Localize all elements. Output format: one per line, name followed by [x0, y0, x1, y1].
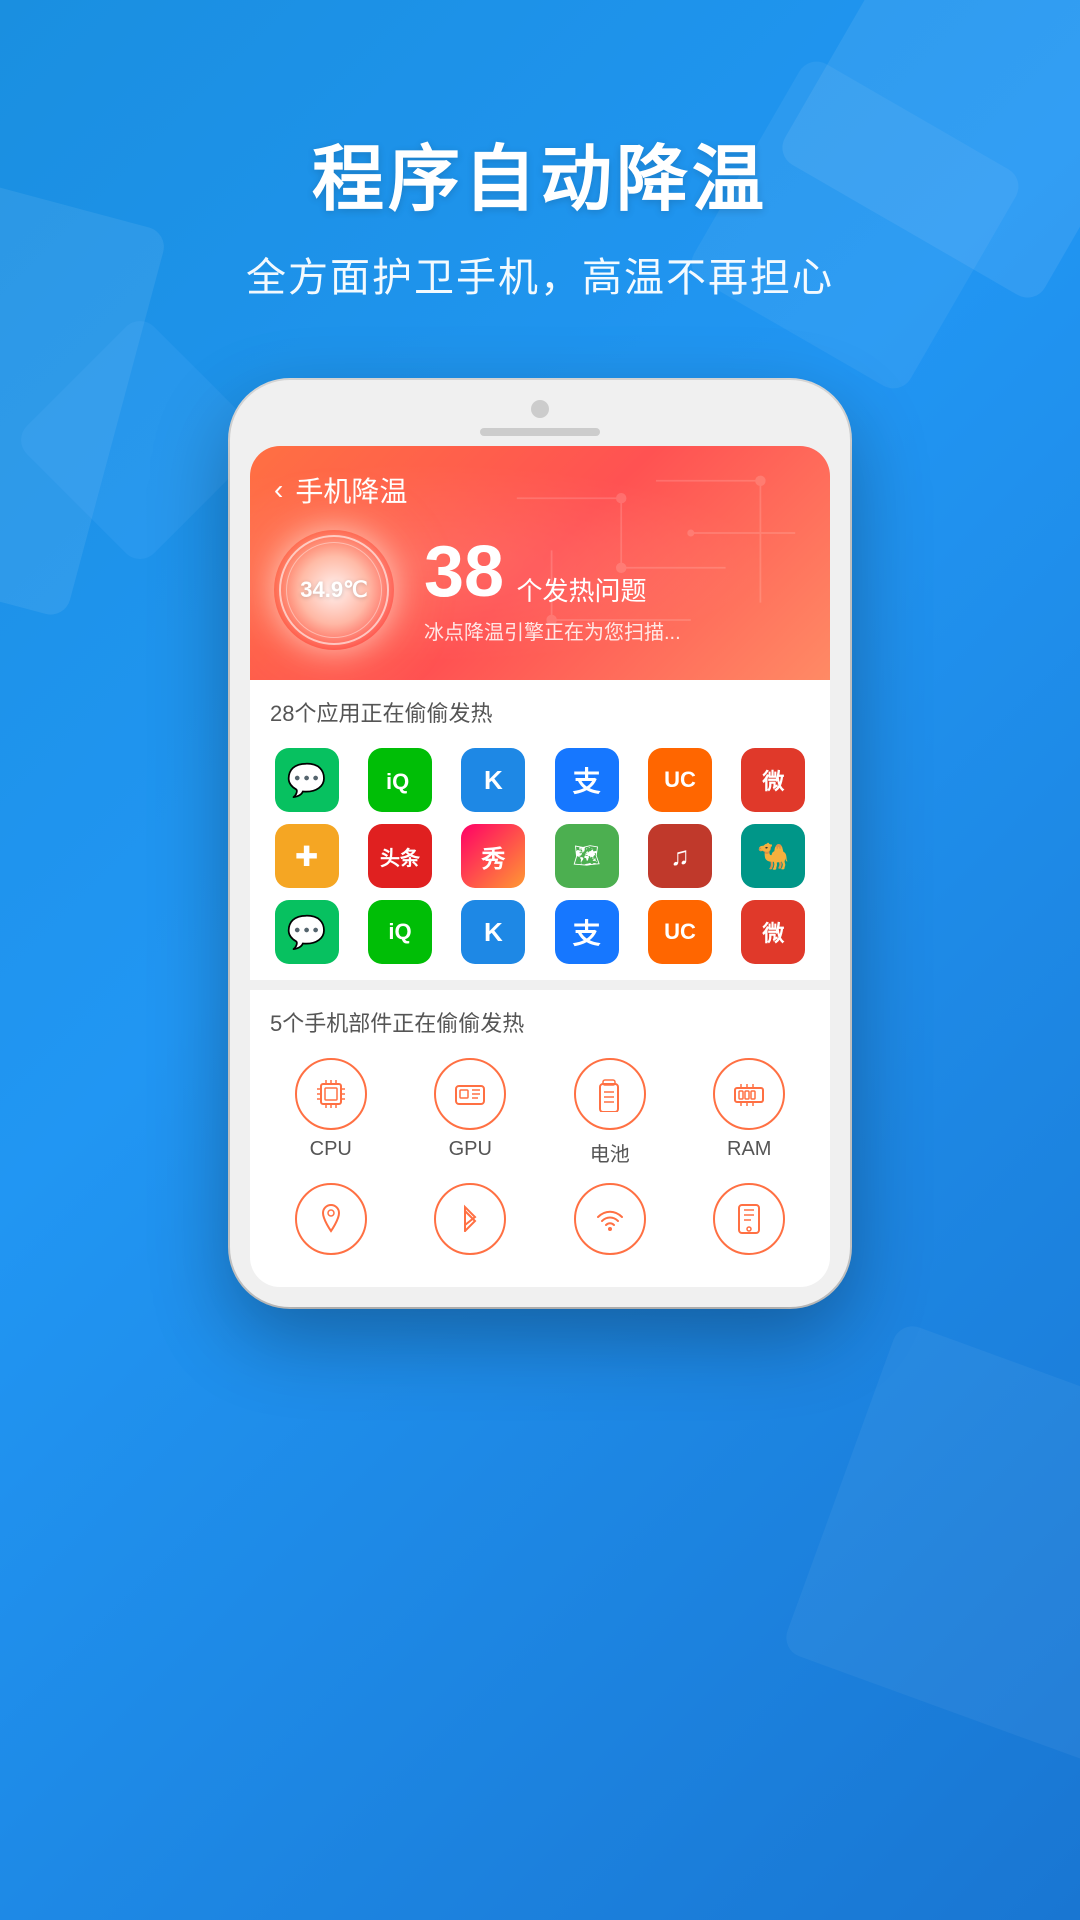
gpu-icon: [452, 1076, 488, 1112]
screen-icon-circle: [713, 1183, 785, 1255]
list-item[interactable]: K: [461, 900, 525, 964]
apps-grid: 💬 iQ K 支 UC 微 ✚ 头条 秀 🗺 ♫ 🐪 💬: [250, 738, 830, 980]
screen-item: [685, 1183, 815, 1255]
list-item[interactable]: ♫: [648, 824, 712, 888]
list-item[interactable]: 微: [741, 748, 805, 812]
battery-label: 电池: [590, 1138, 630, 1167]
wifi-icon-circle: [574, 1183, 646, 1255]
heat-count: 38: [424, 532, 504, 612]
list-item[interactable]: UC: [648, 748, 712, 812]
main-subtitle: 全方面护卫手机，高温不再担心: [0, 245, 1080, 303]
list-item[interactable]: 🐪: [741, 824, 805, 888]
list-item[interactable]: 秀: [461, 824, 525, 888]
app-header: ‹ 手机降温 34.9℃ 38 个发热问题 冰点降温引擎正在为您扫描...: [250, 446, 830, 680]
header-section: 程序自动降温 全方面护卫手机，高温不再担心: [0, 0, 1080, 303]
apps-section: 28个应用正在偷偷发热 💬 iQ K 支 UC 微 ✚ 头条 秀 🗺: [250, 680, 830, 980]
list-item[interactable]: 微: [741, 900, 805, 964]
list-item[interactable]: UC: [648, 900, 712, 964]
temperature-value: 34.9℃: [300, 577, 368, 603]
bluetooth-icon-circle: [434, 1183, 506, 1255]
wifi-icon: [592, 1201, 628, 1237]
location-icon: [313, 1201, 349, 1237]
ram-item: RAM: [685, 1058, 815, 1167]
cpu-icon: [313, 1076, 349, 1112]
location-item: [266, 1183, 396, 1255]
battery-item: 电池: [545, 1058, 675, 1167]
cpu-label: CPU: [310, 1138, 352, 1161]
battery-icon: [592, 1076, 628, 1112]
screen-icon: [731, 1201, 767, 1237]
svg-text:iQ: iQ: [386, 769, 409, 794]
heat-label: 个发热问题: [517, 576, 647, 606]
phone-screen: ‹ 手机降温 34.9℃ 38 个发热问题 冰点降温引擎正在为您扫描...: [250, 446, 830, 1287]
location-icon-circle: [295, 1183, 367, 1255]
app-navigation: ‹ 手机降温: [274, 470, 806, 510]
hardware-grid-2: [250, 1183, 830, 1271]
wifi-item: [545, 1183, 675, 1255]
gpu-item: GPU: [406, 1058, 536, 1167]
temperature-circle: 34.9℃: [274, 530, 394, 650]
temperature-section: 34.9℃ 38 个发热问题 冰点降温引擎正在为您扫描...: [274, 530, 806, 650]
cpu-icon-circle: [295, 1058, 367, 1130]
phone-mockup: ‹ 手机降温 34.9℃ 38 个发热问题 冰点降温引擎正在为您扫描...: [230, 380, 850, 1307]
app-screen-title: 手机降温: [295, 470, 407, 510]
battery-icon-circle: [574, 1058, 646, 1130]
bluetooth-icon: [452, 1201, 488, 1237]
list-item[interactable]: iQ: [368, 900, 432, 964]
bluetooth-item: [406, 1183, 536, 1255]
heat-count-row: 38 个发热问题: [424, 536, 806, 608]
ram-label: RAM: [727, 1138, 771, 1161]
list-item[interactable]: 💬: [275, 748, 339, 812]
hardware-section-title: 5个手机部件正在偷偷发热: [250, 990, 830, 1048]
heat-info: 38 个发热问题 冰点降温引擎正在为您扫描...: [424, 536, 806, 645]
list-item[interactable]: 支: [555, 900, 619, 964]
gpu-label: GPU: [449, 1138, 492, 1161]
phone-speaker: [480, 428, 600, 436]
list-item[interactable]: 🗺: [555, 824, 619, 888]
ram-icon: [731, 1076, 767, 1112]
hardware-section: 5个手机部件正在偷偷发热: [250, 990, 830, 1287]
heat-subtitle: 冰点降温引擎正在为您扫描...: [424, 616, 806, 645]
list-item[interactable]: 头条: [368, 824, 432, 888]
list-item[interactable]: 💬: [275, 900, 339, 964]
phone-frame: ‹ 手机降温 34.9℃ 38 个发热问题 冰点降温引擎正在为您扫描...: [230, 380, 850, 1307]
cpu-item: CPU: [266, 1058, 396, 1167]
section-divider: [250, 980, 830, 990]
gpu-icon-circle: [434, 1058, 506, 1130]
phone-camera: [531, 400, 549, 418]
list-item[interactable]: iQ: [368, 748, 432, 812]
list-item[interactable]: 支: [555, 748, 619, 812]
list-item[interactable]: K: [461, 748, 525, 812]
ram-icon-circle: [713, 1058, 785, 1130]
list-item[interactable]: ✚: [275, 824, 339, 888]
apps-section-title: 28个应用正在偷偷发热: [250, 680, 830, 738]
hardware-grid: CPU GPU: [250, 1048, 830, 1183]
back-icon[interactable]: ‹: [274, 474, 283, 506]
bg-decoration-5: [781, 1321, 1080, 1770]
main-title: 程序自动降温: [0, 120, 1080, 225]
